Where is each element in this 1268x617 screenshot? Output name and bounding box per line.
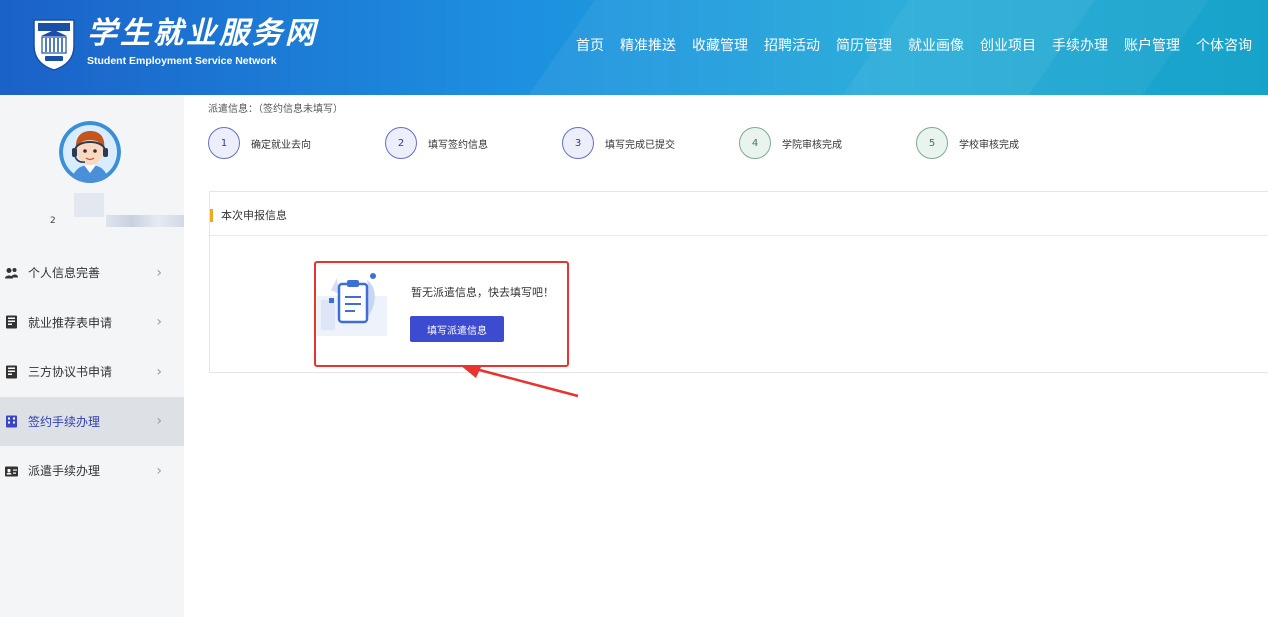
main-nav: 首页 精准推送 收藏管理 招聘活动 简历管理 就业画像 创业项目 手续办理 账户… <box>576 36 1252 56</box>
user-name-blur <box>74 193 104 217</box>
step-number: 3 <box>562 127 594 159</box>
step-number: 1 <box>208 127 240 159</box>
sidebar-item-recommendation-form[interactable]: 就业推荐表申请 › <box>0 298 184 348</box>
dispatch-info-title: 派遣信息：（签约信息未填写） <box>208 104 343 115</box>
sidebar-item-label: 就业推荐表申请 <box>28 315 113 330</box>
user-name-redacted <box>106 215 184 227</box>
step-4: 4 学院审核完成 <box>739 127 842 159</box>
nav-consulting[interactable]: 个体咨询 <box>1196 36 1252 56</box>
top-header: 学生就业服务网 Student Employment Service Netwo… <box>0 0 1268 95</box>
card-header: 本次申报信息 <box>210 192 1268 236</box>
step-number: 2 <box>385 127 417 159</box>
empty-state-text: 暂无派遣信息，快去填写吧！ <box>411 286 554 299</box>
nav-startup[interactable]: 创业项目 <box>980 36 1036 56</box>
step-label: 学校审核完成 <box>959 139 1019 151</box>
step-label: 确定就业去向 <box>251 139 311 151</box>
sidebar: 2 个人信息完善 › 就业推荐表申请 › 三方协议书申请 › 签约手续办理 › … <box>0 95 184 617</box>
nav-favorites[interactable]: 收藏管理 <box>692 36 748 56</box>
fill-dispatch-info-button[interactable]: 填写派遣信息 <box>410 316 504 342</box>
declaration-card: 本次申报信息 暂无派遣信息，快去填写吧！ 填写派遣信息 <box>209 191 1268 373</box>
sidebar-item-personal-info[interactable]: 个人信息完善 › <box>0 248 184 298</box>
sidebar-item-tripartite-agreement[interactable]: 三方协议书申请 › <box>0 347 184 397</box>
user-name: 2 <box>50 193 184 227</box>
clipboard-icon <box>317 273 387 336</box>
step-3: 3 填写完成已提交 <box>562 127 675 159</box>
document-icon <box>6 365 17 379</box>
id-card-icon <box>5 466 18 477</box>
avatar[interactable] <box>59 121 121 183</box>
nav-precise-push[interactable]: 精准推送 <box>620 36 676 56</box>
chevron-right-icon: › <box>156 413 162 430</box>
nav-account[interactable]: 账户管理 <box>1124 36 1180 56</box>
progress-steps: 1 确定就业去向 2 填写签约信息 3 填写完成已提交 4 学院审核完成 5 学… <box>208 127 1108 161</box>
chevron-right-icon: › <box>156 314 162 331</box>
step-label: 填写完成已提交 <box>605 139 675 151</box>
accent-bar <box>210 209 213 222</box>
step-number: 4 <box>739 127 771 159</box>
sidebar-item-dispatch-procedures[interactable]: 派遣手续办理 › <box>0 446 184 496</box>
sidebar-item-label: 个人信息完善 <box>28 266 101 281</box>
chevron-right-icon: › <box>156 462 162 479</box>
nav-recruitment[interactable]: 招聘活动 <box>764 36 820 56</box>
nav-employment-profile[interactable]: 就业画像 <box>908 36 964 56</box>
site-title: 学生就业服务网 <box>87 16 318 51</box>
step-number: 5 <box>916 127 948 159</box>
nav-resume[interactable]: 简历管理 <box>836 36 892 56</box>
app-root: 学生就业服务网 Student Employment Service Netwo… <box>0 0 1268 617</box>
sidebar-item-label: 签约手续办理 <box>28 414 101 429</box>
chevron-right-icon: › <box>156 264 162 281</box>
user-name-prefix: 2 <box>50 216 56 226</box>
nav-procedures[interactable]: 手续办理 <box>1052 36 1108 56</box>
card-title: 本次申报信息 <box>221 209 287 222</box>
building-icon <box>6 415 17 428</box>
sidebar-item-signing-procedures[interactable]: 签约手续办理 › <box>0 396 184 446</box>
step-label: 学院审核完成 <box>782 139 842 151</box>
step-2: 2 填写签约信息 <box>385 127 488 159</box>
sidebar-item-label: 派遣手续办理 <box>28 464 101 479</box>
site-subtitle: Student Employment Service Network <box>87 55 277 67</box>
sidebar-item-label: 三方协议书申请 <box>28 365 113 380</box>
step-5: 5 学校审核完成 <box>916 127 1019 159</box>
university-emblem-icon <box>33 19 75 71</box>
sidebar-menu: 个人信息完善 › 就业推荐表申请 › 三方协议书申请 › 签约手续办理 › 派遣… <box>0 248 184 496</box>
nav-home[interactable]: 首页 <box>576 36 604 56</box>
chevron-right-icon: › <box>156 363 162 380</box>
document-icon <box>6 315 17 329</box>
step-1: 1 确定就业去向 <box>208 127 311 159</box>
step-label: 填写签约信息 <box>428 139 488 151</box>
person-icon <box>5 267 18 279</box>
